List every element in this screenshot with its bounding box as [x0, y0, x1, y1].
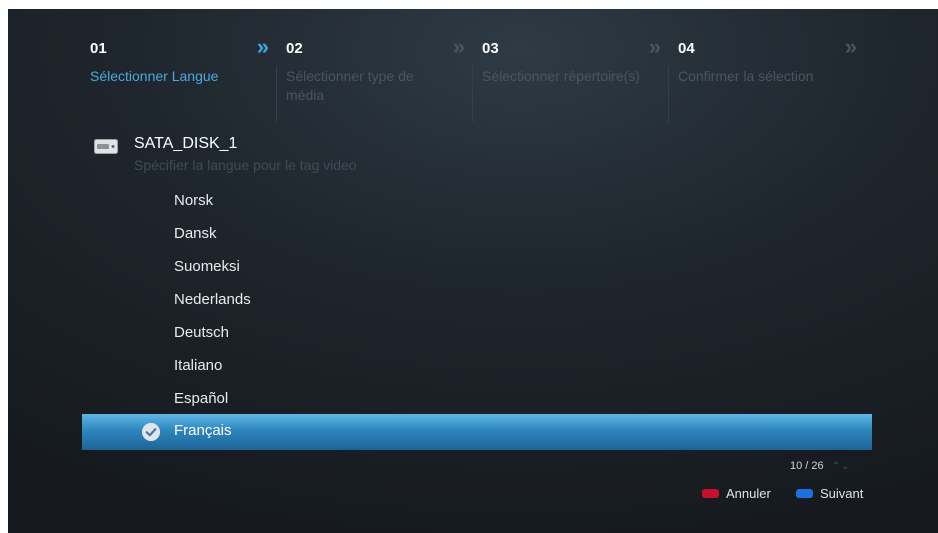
blue-key-icon: [796, 489, 813, 498]
wizard-step-4[interactable]: 04 Confirmer la sélection »: [668, 34, 858, 124]
list-item[interactable]: Deutsch: [82, 316, 872, 350]
page-indicator: 10 / 26 ⌃⌄: [790, 460, 850, 472]
device-name: SATA_DISK_1: [134, 135, 238, 152]
list-item-selected[interactable]: Français: [82, 414, 872, 450]
language-label: Suomeksi: [174, 258, 240, 275]
step-divider: [668, 66, 669, 122]
list-item[interactable]: Italiano: [82, 349, 872, 383]
step-divider: [276, 66, 277, 122]
language-label: Deutsch: [174, 324, 230, 341]
step-label: Sélectionner répertoire(s): [482, 68, 640, 84]
language-label: Dansk: [174, 225, 217, 242]
list-item[interactable]: Suomeksi: [82, 250, 872, 284]
language-label: Norsk: [174, 192, 214, 209]
list-item[interactable]: Español: [82, 382, 872, 416]
tv-screen: 01 Sélectionner Langue » 02 Sélectionner…: [8, 9, 938, 533]
double-chevron-right-icon: »: [256, 34, 269, 59]
language-label: Italiano: [174, 357, 223, 374]
language-label: Français: [174, 422, 232, 439]
wizard-step-2[interactable]: 02 Sélectionner type de média »: [276, 34, 466, 124]
step-number: 02: [286, 40, 303, 57]
step-label: Sélectionner Langue: [90, 68, 219, 84]
page-count: 10 / 26: [790, 460, 824, 472]
step-label: Sélectionner type de média: [286, 68, 414, 103]
next-label: Suivant: [820, 486, 864, 501]
scroll-arrows-icon: ⌃⌄: [831, 461, 851, 472]
wizard-step-3[interactable]: 03 Sélectionner répertoire(s) »: [472, 34, 662, 124]
step-number: 04: [678, 40, 695, 57]
hard-drive-icon: [94, 139, 118, 154]
double-chevron-right-icon: »: [844, 34, 857, 59]
red-key-icon: [702, 489, 719, 498]
step-divider: [472, 66, 473, 122]
step-number: 01: [90, 40, 107, 57]
wizard-steps: 01 Sélectionner Langue » 02 Sélectionner…: [80, 34, 866, 134]
double-chevron-right-icon: »: [452, 34, 465, 59]
language-label: Nederlands: [174, 291, 251, 308]
step-number: 03: [482, 40, 499, 57]
double-chevron-right-icon: »: [648, 34, 661, 59]
device-description: Spécifier la langue pour le tag video: [134, 157, 357, 173]
list-item[interactable]: Norsk: [82, 184, 872, 218]
cancel-label: Annuler: [726, 486, 771, 501]
step-label: Confirmer la sélection: [678, 68, 814, 84]
language-label: Español: [174, 390, 229, 407]
wizard-step-1[interactable]: 01 Sélectionner Langue »: [80, 34, 270, 124]
list-item[interactable]: Dansk: [82, 217, 872, 251]
list-item[interactable]: Nederlands: [82, 283, 872, 317]
checkmark-icon: [142, 423, 160, 441]
